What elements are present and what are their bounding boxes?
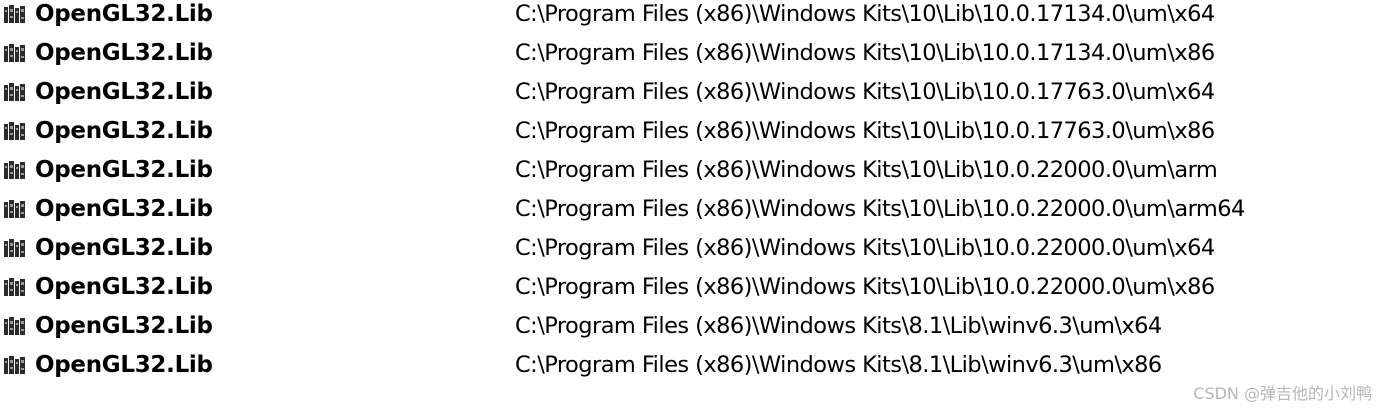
file-path: C:\Program Files (x86)\Windows Kits\10\L… [515, 40, 1215, 66]
file-path: C:\Program Files (x86)\Windows Kits\10\L… [515, 1, 1215, 27]
file-path: C:\Program Files (x86)\Windows Kits\8.1\… [515, 313, 1162, 339]
file-name: OpenGL32.Lib [35, 157, 213, 183]
file-path: C:\Program Files (x86)\Windows Kits\10\L… [515, 196, 1245, 222]
result-row[interactable]: OpenGL32.Lib C:\Program Files (x86)\Wind… [0, 268, 1388, 307]
result-row[interactable]: OpenGL32.Lib C:\Program Files (x86)\Wind… [0, 190, 1388, 229]
library-icon [4, 239, 25, 257]
file-path: C:\Program Files (x86)\Windows Kits\10\L… [515, 79, 1215, 105]
result-row[interactable]: OpenGL32.Lib C:\Program Files (x86)\Wind… [0, 307, 1388, 346]
file-name: OpenGL32.Lib [35, 196, 213, 222]
file-path: C:\Program Files (x86)\Windows Kits\10\L… [515, 157, 1218, 183]
library-icon [4, 122, 25, 140]
result-row[interactable]: OpenGL32.Lib C:\Program Files (x86)\Wind… [0, 229, 1388, 268]
file-name: OpenGL32.Lib [35, 313, 213, 339]
file-name: OpenGL32.Lib [35, 1, 213, 27]
library-icon [4, 200, 25, 218]
result-row[interactable]: OpenGL32.Lib C:\Program Files (x86)\Wind… [0, 346, 1388, 385]
library-icon [4, 44, 25, 62]
library-icon [4, 278, 25, 296]
file-path: C:\Program Files (x86)\Windows Kits\10\L… [515, 118, 1215, 144]
file-path: C:\Program Files (x86)\Windows Kits\8.1\… [515, 352, 1162, 378]
result-row[interactable]: OpenGL32.Lib C:\Program Files (x86)\Wind… [0, 0, 1388, 34]
file-name: OpenGL32.Lib [35, 274, 213, 300]
result-row[interactable]: OpenGL32.Lib C:\Program Files (x86)\Wind… [0, 151, 1388, 190]
watermark-text: CSDN @弹吉他的小刘鸭 [1193, 384, 1372, 403]
search-results-list: OpenGL32.Lib C:\Program Files (x86)\Wind… [0, 0, 1388, 385]
result-row[interactable]: OpenGL32.Lib C:\Program Files (x86)\Wind… [0, 34, 1388, 73]
library-icon [4, 5, 25, 23]
file-name: OpenGL32.Lib [35, 118, 213, 144]
library-icon [4, 356, 25, 374]
result-row[interactable]: OpenGL32.Lib C:\Program Files (x86)\Wind… [0, 73, 1388, 112]
file-name: OpenGL32.Lib [35, 235, 213, 261]
result-row[interactable]: OpenGL32.Lib C:\Program Files (x86)\Wind… [0, 112, 1388, 151]
library-icon [4, 161, 25, 179]
file-name: OpenGL32.Lib [35, 79, 213, 105]
file-name: OpenGL32.Lib [35, 352, 213, 378]
library-icon [4, 317, 25, 335]
file-name: OpenGL32.Lib [35, 40, 213, 66]
file-path: C:\Program Files (x86)\Windows Kits\10\L… [515, 274, 1215, 300]
library-icon [4, 83, 25, 101]
file-path: C:\Program Files (x86)\Windows Kits\10\L… [515, 235, 1215, 261]
